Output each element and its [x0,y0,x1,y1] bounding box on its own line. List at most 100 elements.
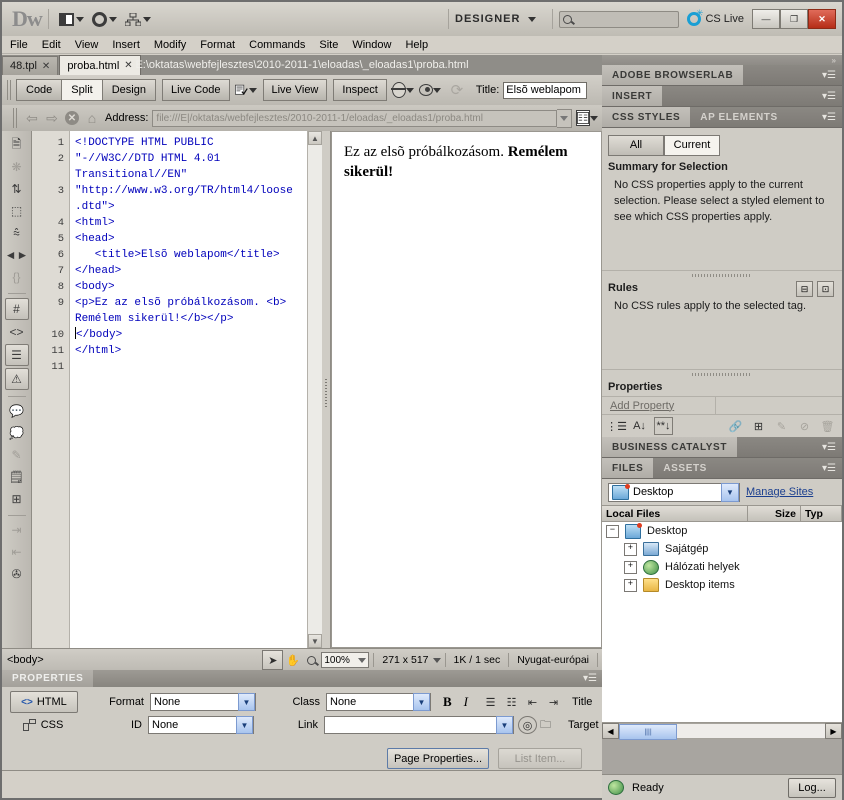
point-to-file-icon[interactable]: ◎ [518,716,537,734]
select-tool-icon[interactable]: ➤ [262,650,284,670]
menu-help[interactable]: Help [405,39,428,51]
address-dropdown-button[interactable] [557,108,572,128]
document-tab-probahtml[interactable]: proba.html ✕ [59,55,141,75]
back-icon[interactable]: ⇦ [23,109,41,127]
css-current-button[interactable]: Current [664,134,720,156]
close-icon[interactable]: ✕ [124,60,132,71]
menu-format[interactable]: Format [200,39,235,51]
link-input[interactable]: ▼ [324,716,514,734]
scroll-thumb[interactable]: |||| [619,724,677,740]
visual-aids-button[interactable] [418,80,441,100]
workspace-switcher-label[interactable]: DESIGNER [455,13,520,25]
add-property-row[interactable]: Add Property [602,396,842,415]
log-button[interactable]: Log... [788,777,836,798]
inspect-settings-button[interactable] [234,80,257,100]
show-category-view-icon[interactable]: ⋮☰ [606,418,627,434]
chevron-down-icon[interactable]: ▼ [413,693,430,711]
code-text[interactable]: <!DOCTYPE HTML PUBLIC "-//W3C//DTD HTML 4… [71,131,308,359]
format-source-code-icon[interactable]: ⊞ [6,489,28,509]
zoom-tool-icon[interactable] [302,651,321,669]
page-properties-button[interactable]: Page Properties... [387,748,489,769]
scroll-left-icon[interactable]: ◀ [602,723,619,739]
chevron-down-icon[interactable]: ▼ [238,693,255,711]
panel-menu-icon[interactable]: ▾☰ [822,442,836,453]
expand-icon[interactable]: + [624,560,637,574]
live-code-button[interactable]: Live Code [161,79,230,101]
insert-tab[interactable]: INSERT [602,86,663,106]
code-vertical-scrollbar[interactable]: ▲ ▼ [307,131,322,648]
toolbar-grip[interactable] [13,108,18,128]
browse-folder-icon[interactable]: 🗀 [537,717,554,733]
ap-elements-tab[interactable]: AP ELEMENTS [690,107,788,127]
window-size-value[interactable]: 271 x 517 [378,654,432,666]
zoom-level-select[interactable]: 100% [321,652,370,668]
outdent-icon[interactable]: ⇤ [524,694,541,710]
file-tree-row[interactable]: + Sajátgép [602,540,842,558]
chevron-down-icon[interactable]: ▼ [721,482,739,502]
panel-menu-icon[interactable]: ▾☰ [583,673,597,684]
add-property-link[interactable]: Add Property [602,397,716,414]
forward-icon[interactable]: ⇨ [43,109,61,127]
collapse-icon[interactable]: − [606,524,619,538]
dock-collapse-handle[interactable]: » [602,55,842,65]
apply-comment-icon[interactable]: <> [6,322,28,342]
new-css-rule-icon[interactable]: ⊞ [750,418,767,434]
recent-snippets-icon[interactable]: 💬 [6,401,28,421]
scroll-track[interactable]: |||| [619,723,825,740]
bold-button[interactable]: B [443,694,452,710]
menu-window[interactable]: Window [352,39,391,51]
menu-view[interactable]: View [75,39,99,51]
scroll-up-icon[interactable]: ▲ [308,131,322,145]
restore-button[interactable]: ❐ [780,9,808,29]
about-view-icon[interactable]: ⊡ [817,281,834,297]
format-source-icon[interactable]: ✇ [6,564,28,584]
wrap-tag-icon[interactable]: ⚠ [4,368,29,390]
assets-tab[interactable]: ASSETS [653,458,717,478]
hand-tool-icon[interactable]: ✋ [283,651,302,669]
document-tab-48tpl[interactable]: 48.tpl ✕ [2,56,59,75]
files-tab[interactable]: FILES [602,458,654,478]
code-view[interactable]: 1 2 3 4 5 6 7 8 9 10 11 11 <!DOCTYPE HTML PUBLIC "-/… [32,131,323,648]
css-styles-tab[interactable]: CSS STYLES [602,107,691,127]
connection-icon[interactable] [608,780,624,795]
expand-icon[interactable]: + [624,578,637,592]
column-type[interactable]: Typ [801,506,842,521]
scroll-right-icon[interactable]: ▶ [825,723,842,739]
inspect-button[interactable]: Inspect [333,79,387,101]
address-input[interactable]: file:///E|/oktatas/webfejlesztes/2010-20… [152,109,557,127]
outdent-code-icon[interactable]: 🗒 [6,467,28,487]
id-select[interactable]: None ▼ [148,716,254,734]
site-select[interactable]: Desktop ▼ [608,482,740,502]
files-panel-header[interactable]: FILES ASSETS ▾☰ [602,458,842,479]
design-view[interactable]: Ez az elsõ próbálkozásom. Remélem sikerü… [331,131,602,648]
css-all-button[interactable]: All [608,134,664,156]
show-set-properties-icon[interactable]: **↓ [654,417,673,435]
properties-panel-header[interactable]: PROPERTIES ▾☰ [2,670,602,687]
insert-panel-header[interactable]: INSERT ▾☰ [602,86,842,107]
page-title-input[interactable]: Elsõ weblapom [503,81,588,99]
chevron-down-icon[interactable] [528,16,537,22]
column-local-files[interactable]: Local Files [602,506,748,521]
chevron-down-icon[interactable] [432,657,441,663]
stop-button[interactable]: ✕ [63,109,81,127]
menu-commands[interactable]: Commands [249,39,305,51]
menu-file[interactable]: File [10,39,28,51]
cs-live-button[interactable]: CS Live [687,8,744,26]
files-horizontal-scrollbar[interactable]: ◀ |||| ▶ [602,722,842,740]
remove-comment-icon[interactable]: ☰ [4,344,29,366]
browser-preview-button[interactable] [391,80,414,100]
cascade-view-icon[interactable]: ⊟ [796,281,813,297]
business-catalyst-tab[interactable]: BUSINESS CATALYST [602,437,738,457]
ordered-list-icon[interactable]: ☷ [503,694,520,710]
css-mode-button[interactable]: CSS [10,716,76,734]
panel-menu-icon[interactable]: ▾☰ [822,91,836,102]
css-styles-panel-header[interactable]: CSS STYLES AP ELEMENTS ▾☰ [602,107,842,128]
manage-sites-link[interactable]: Manage Sites [746,486,813,498]
panel-menu-icon[interactable]: ▾☰ [822,112,836,123]
business-catalyst-panel-header[interactable]: BUSINESS CATALYST ▾☰ [602,437,842,458]
panel-menu-icon[interactable]: ▾☰ [822,70,836,81]
unordered-list-icon[interactable]: ☰ [482,694,499,710]
refresh-button[interactable]: ⟳ [446,80,468,100]
expand-all-icon[interactable]: ⬚ [6,201,28,221]
chevron-down-icon[interactable]: ▼ [236,716,253,734]
